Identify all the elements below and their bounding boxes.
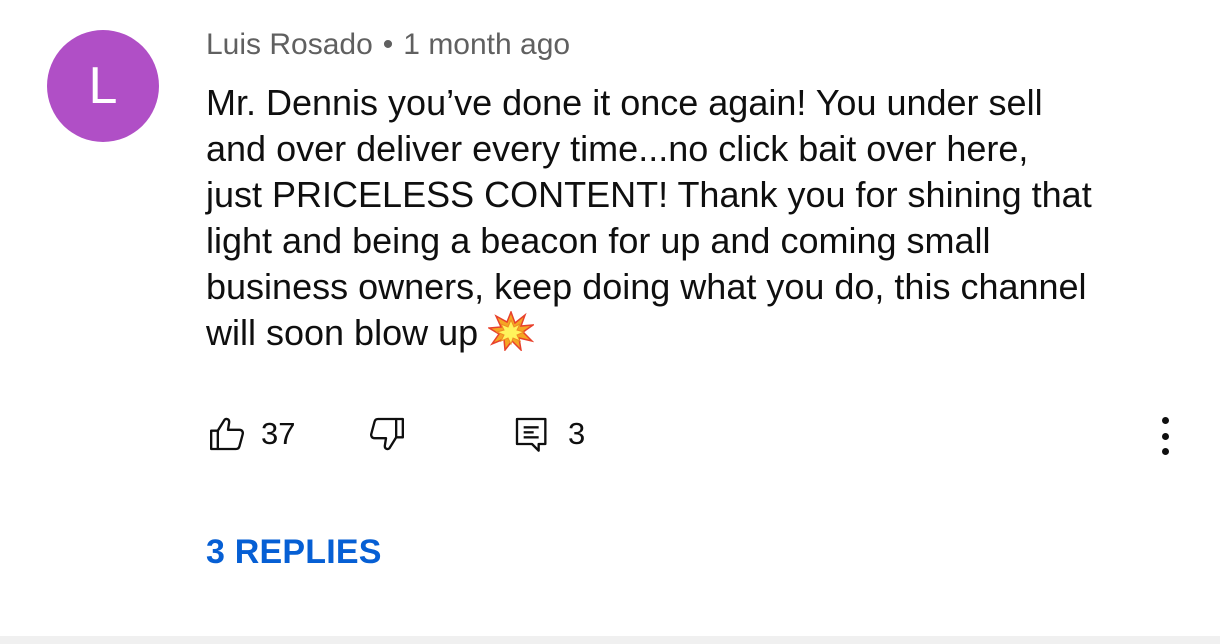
comment-line: will soon blow up	[206, 312, 479, 353]
more-options-button[interactable]	[1150, 414, 1180, 458]
reply-button[interactable]: 3	[512, 412, 585, 456]
author-name[interactable]: Luis Rosado	[206, 28, 373, 61]
comment-line-last: will soon blow up	[206, 310, 1196, 356]
comment-body: Mr. Dennis you’ve done it once again! Yo…	[206, 80, 1196, 356]
vertical-dots-icon	[1161, 448, 1169, 455]
reply-count: 3	[568, 416, 586, 451]
comment-reply-icon	[512, 414, 552, 454]
view-replies-link[interactable]: 3 REPLIES	[206, 533, 382, 572]
comment-header: Luis Rosado • 1 month ago	[206, 27, 570, 63]
comment-line: and over deliver every time...no click b…	[206, 128, 1029, 169]
comment-line: Mr. Dennis you’ve done it once again! Yo…	[206, 82, 1043, 123]
comment-line: light and being a beacon for up and comi…	[206, 220, 991, 261]
comment-timestamp[interactable]: 1 month ago	[403, 28, 570, 61]
like-count: 37	[261, 416, 296, 451]
thumbs-down-icon	[367, 414, 407, 454]
avatar-letter: L	[88, 57, 118, 115]
comment-line: business owners, keep doing what you do,…	[206, 266, 1087, 307]
comment-line: just PRICELESS CONTENT! Thank you for sh…	[206, 174, 1092, 215]
thumbs-up-icon	[207, 414, 247, 454]
dislike-button[interactable]	[367, 412, 407, 456]
vertical-dots-icon	[1161, 417, 1169, 424]
collision-emoji-icon	[486, 310, 536, 353]
divider	[0, 636, 1220, 644]
like-button[interactable]: 37	[207, 412, 295, 456]
meta-separator: •	[382, 28, 394, 61]
avatar[interactable]: L	[47, 30, 159, 142]
vertical-dots-icon	[1161, 432, 1169, 440]
